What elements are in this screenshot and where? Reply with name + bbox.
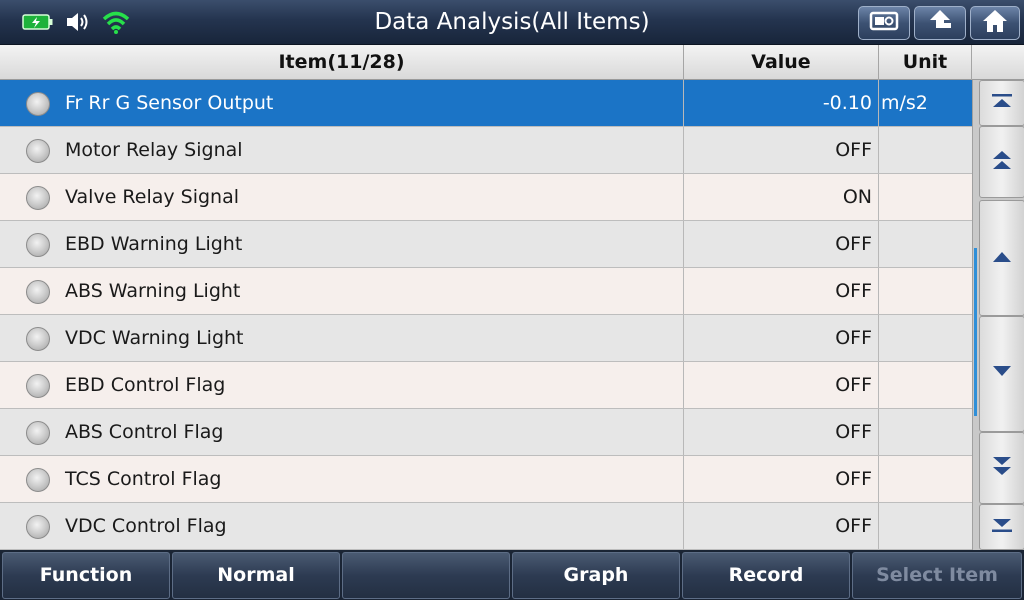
unit-cell bbox=[879, 362, 972, 408]
status-area bbox=[22, 8, 130, 36]
radio-icon[interactable] bbox=[26, 186, 50, 210]
line-down-icon bbox=[990, 363, 1014, 385]
item-label: ABS Warning Light bbox=[65, 280, 241, 302]
radio-icon[interactable] bbox=[26, 468, 50, 492]
item-cell: TCS Control Flag bbox=[0, 456, 684, 502]
column-header-spacer bbox=[972, 45, 1024, 80]
item-cell: ABS Warning Light bbox=[0, 268, 684, 314]
empty-button[interactable] bbox=[342, 552, 510, 599]
item-label: Motor Relay Signal bbox=[65, 139, 243, 161]
item-label: TCS Control Flag bbox=[65, 468, 222, 490]
back-up-arrow-icon bbox=[925, 8, 955, 38]
radio-icon[interactable] bbox=[26, 374, 50, 398]
unit-cell bbox=[879, 315, 972, 361]
radio-icon[interactable] bbox=[26, 139, 50, 163]
unit-cell bbox=[879, 268, 972, 314]
title-bar: Data Analysis(All Items) bbox=[0, 0, 1024, 45]
radio-icon[interactable] bbox=[26, 92, 50, 116]
value-cell: OFF bbox=[684, 362, 879, 408]
item-label: ABS Control Flag bbox=[65, 421, 224, 443]
home-icon bbox=[981, 8, 1009, 38]
radio-icon[interactable] bbox=[26, 421, 50, 445]
screenshot-icon bbox=[869, 9, 899, 37]
data-table: Fr Rr G Sensor Output -0.10 m/s2 Motor R… bbox=[0, 80, 972, 550]
item-cell: Fr Rr G Sensor Output bbox=[0, 80, 684, 126]
table-header: Item(11/28) Value Unit bbox=[0, 45, 1024, 80]
value-cell: -0.10 bbox=[684, 80, 879, 126]
item-cell: EBD Control Flag bbox=[0, 362, 684, 408]
scroll-panel bbox=[972, 80, 1024, 550]
table-row[interactable]: EBD Warning Light OFF bbox=[0, 221, 972, 268]
page-up-button[interactable] bbox=[979, 126, 1024, 198]
line-up-icon bbox=[990, 247, 1014, 269]
item-cell: Motor Relay Signal bbox=[0, 127, 684, 173]
value-cell: OFF bbox=[684, 503, 879, 549]
screenshot-button[interactable] bbox=[858, 6, 910, 40]
table-row[interactable]: EBD Control Flag OFF bbox=[0, 362, 972, 409]
unit-cell bbox=[879, 221, 972, 267]
radio-icon[interactable] bbox=[26, 327, 50, 351]
home-button[interactable] bbox=[970, 6, 1020, 40]
column-header-value[interactable]: Value bbox=[684, 45, 879, 80]
back-button[interactable] bbox=[914, 6, 966, 40]
page-title: Data Analysis(All Items) bbox=[374, 9, 650, 35]
table-row[interactable]: Valve Relay Signal ON bbox=[0, 174, 972, 221]
unit-cell bbox=[879, 456, 972, 502]
table-row[interactable]: TCS Control Flag OFF bbox=[0, 456, 972, 503]
item-label: EBD Warning Light bbox=[65, 233, 243, 255]
scroll-indicator[interactable] bbox=[974, 248, 977, 416]
page-up-icon bbox=[990, 147, 1014, 177]
scroll-top-button[interactable] bbox=[979, 80, 1024, 126]
table-row[interactable]: Fr Rr G Sensor Output -0.10 m/s2 bbox=[0, 80, 972, 127]
table-row[interactable]: VDC Control Flag OFF bbox=[0, 503, 972, 550]
unit-cell bbox=[879, 174, 972, 220]
wifi-icon bbox=[102, 9, 130, 35]
radio-icon[interactable] bbox=[26, 233, 50, 257]
record-button[interactable]: Record bbox=[682, 552, 850, 599]
value-cell: ON bbox=[684, 174, 879, 220]
item-label: VDC Warning Light bbox=[65, 327, 244, 349]
item-cell: VDC Control Flag bbox=[0, 503, 684, 549]
table-row[interactable]: VDC Warning Light OFF bbox=[0, 315, 972, 362]
column-header-item[interactable]: Item(11/28) bbox=[0, 45, 684, 80]
item-cell: VDC Warning Light bbox=[0, 315, 684, 361]
value-cell: OFF bbox=[684, 127, 879, 173]
table-row[interactable]: ABS Warning Light OFF bbox=[0, 268, 972, 315]
value-cell: OFF bbox=[684, 456, 879, 502]
unit-cell bbox=[879, 503, 972, 549]
value-cell: OFF bbox=[684, 409, 879, 455]
item-label: EBD Control Flag bbox=[65, 374, 226, 396]
page-down-icon bbox=[990, 453, 1014, 483]
item-label: VDC Control Flag bbox=[65, 515, 227, 537]
item-label: Valve Relay Signal bbox=[65, 186, 240, 208]
item-label: Fr Rr G Sensor Output bbox=[65, 92, 274, 114]
speaker-icon bbox=[64, 10, 92, 34]
table-row[interactable]: Motor Relay Signal OFF bbox=[0, 127, 972, 174]
value-cell: OFF bbox=[684, 315, 879, 361]
value-cell: OFF bbox=[684, 221, 879, 267]
scroll-bottom-button[interactable] bbox=[979, 504, 1024, 550]
bottom-toolbar: Function Normal Graph Record Select Item bbox=[0, 550, 1024, 600]
scroll-bottom-icon bbox=[990, 516, 1014, 538]
radio-icon[interactable] bbox=[26, 515, 50, 539]
column-header-unit[interactable]: Unit bbox=[879, 45, 972, 80]
item-cell: EBD Warning Light bbox=[0, 221, 684, 267]
normal-button[interactable]: Normal bbox=[172, 552, 340, 599]
unit-cell: m/s2 bbox=[881, 92, 928, 114]
table-row[interactable]: ABS Control Flag OFF bbox=[0, 409, 972, 456]
function-button[interactable]: Function bbox=[2, 552, 170, 599]
value-cell: OFF bbox=[684, 268, 879, 314]
unit-cell bbox=[879, 127, 972, 173]
battery-charging-icon bbox=[22, 13, 54, 31]
graph-button[interactable]: Graph bbox=[512, 552, 680, 599]
radio-icon[interactable] bbox=[26, 280, 50, 304]
unit-cell bbox=[879, 409, 972, 455]
item-cell: Valve Relay Signal bbox=[0, 174, 684, 220]
line-down-button[interactable] bbox=[979, 316, 1024, 432]
item-cell: ABS Control Flag bbox=[0, 409, 684, 455]
page-down-button[interactable] bbox=[979, 432, 1024, 504]
scroll-top-icon bbox=[990, 92, 1014, 114]
line-up-button[interactable] bbox=[979, 200, 1024, 316]
select-item-button[interactable]: Select Item bbox=[852, 552, 1022, 599]
